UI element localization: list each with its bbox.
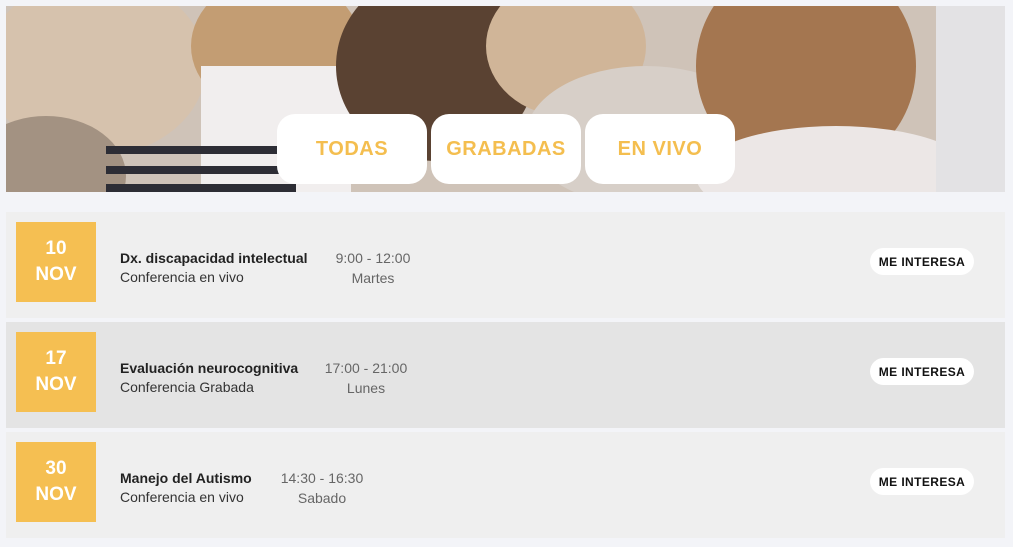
date-month: NOV — [35, 374, 77, 395]
event-time: 14:30 - 16:30 — [280, 470, 364, 486]
event-title: Dx. discapacidad intelectual — [120, 250, 308, 266]
event-info: Evaluación neurocognitiva Conferencia Gr… — [120, 358, 298, 397]
date-day: 10 — [45, 238, 67, 259]
date-day: 30 — [45, 458, 67, 479]
date-badge: 17 NOV — [16, 332, 96, 412]
hero-banner: TODAS GRABADAS EN VIVO — [6, 6, 1005, 192]
event-type: Conferencia en vivo — [120, 269, 244, 285]
event-weekday: Lunes — [346, 380, 386, 396]
event-schedule: 14:30 - 16:30 Sabado — [274, 468, 370, 508]
me-interesa-button[interactable]: ME INTERESA — [870, 248, 974, 275]
event-schedule: 17:00 - 21:00 Lunes — [318, 358, 414, 398]
tab-en-vivo[interactable]: EN VIVO — [585, 114, 735, 184]
date-month: NOV — [35, 484, 77, 505]
event-weekday: Sabado — [297, 490, 347, 506]
filter-tabs: TODAS GRABADAS EN VIVO — [277, 114, 735, 184]
event-weekday: Martes — [351, 270, 395, 286]
event-type: Conferencia en vivo — [120, 489, 244, 505]
date-month: NOV — [35, 264, 77, 285]
event-schedule: 9:00 - 12:00 Martes — [333, 248, 413, 288]
event-type: Conferencia Grabada — [120, 379, 254, 395]
event-info: Dx. discapacidad intelectual Conferencia… — [120, 248, 308, 287]
event-row: 30 NOV Manejo del Autismo Conferencia en… — [6, 432, 1005, 538]
event-title: Evaluación neurocognitiva — [120, 360, 299, 376]
event-time: 9:00 - 12:00 — [335, 250, 411, 266]
event-info: Manejo del Autismo Conferencia en vivo — [120, 468, 252, 507]
event-title: Manejo del Autismo — [120, 470, 252, 486]
event-row: 10 NOV Dx. discapacidad intelectual Conf… — [6, 212, 1005, 318]
date-day: 17 — [45, 348, 67, 369]
tab-todas[interactable]: TODAS — [277, 114, 427, 184]
me-interesa-button[interactable]: ME INTERESA — [870, 358, 974, 385]
event-list: 10 NOV Dx. discapacidad intelectual Conf… — [6, 212, 1005, 542]
date-badge: 30 NOV — [16, 442, 96, 522]
date-badge: 10 NOV — [16, 222, 96, 302]
me-interesa-button[interactable]: ME INTERESA — [870, 468, 974, 495]
tab-grabadas[interactable]: GRABADAS — [431, 114, 581, 184]
event-row: 17 NOV Evaluación neurocognitiva Confere… — [6, 322, 1005, 428]
event-time: 17:00 - 21:00 — [324, 360, 408, 376]
